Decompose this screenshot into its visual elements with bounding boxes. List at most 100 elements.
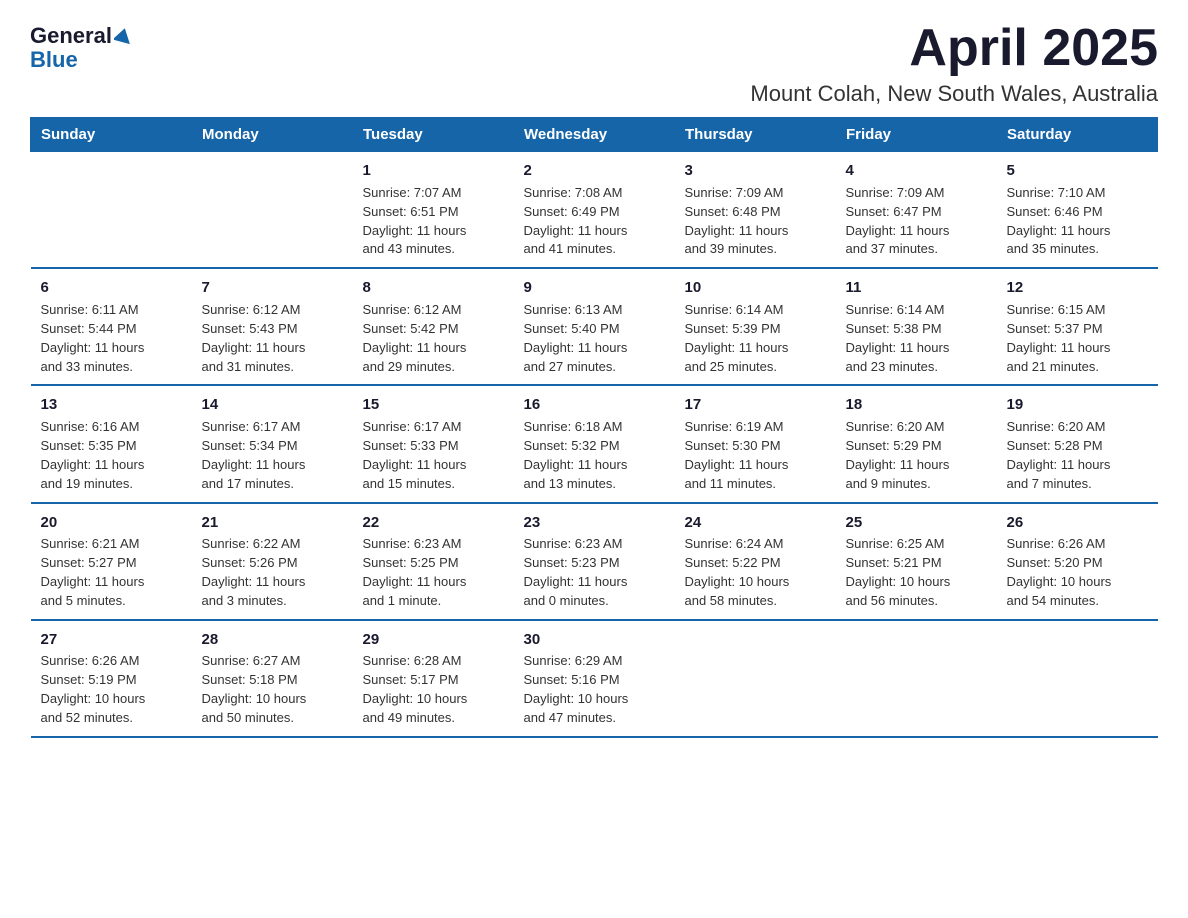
calendar-cell: 25Sunrise: 6:25 AMSunset: 5:21 PMDayligh… <box>836 503 997 620</box>
header-day-wednesday: Wednesday <box>514 118 675 152</box>
day-number: 27 <box>41 629 182 651</box>
location-title: Mount Colah, New South Wales, Australia <box>750 81 1158 107</box>
day-number: 18 <box>846 394 987 416</box>
day-info: Sunrise: 6:26 AMSunset: 5:20 PMDaylight:… <box>1007 535 1148 610</box>
day-number: 25 <box>846 512 987 534</box>
week-row-1: 1Sunrise: 7:07 AMSunset: 6:51 PMDaylight… <box>31 152 1158 269</box>
day-number: 26 <box>1007 512 1148 534</box>
header-day-monday: Monday <box>192 118 353 152</box>
calendar-cell <box>675 620 836 737</box>
day-number: 11 <box>846 277 987 299</box>
calendar-cell: 7Sunrise: 6:12 AMSunset: 5:43 PMDaylight… <box>192 268 353 385</box>
day-info: Sunrise: 6:17 AMSunset: 5:34 PMDaylight:… <box>202 418 343 493</box>
calendar-cell: 16Sunrise: 6:18 AMSunset: 5:32 PMDayligh… <box>514 385 675 502</box>
month-title: April 2025 <box>750 20 1158 77</box>
calendar-cell: 14Sunrise: 6:17 AMSunset: 5:34 PMDayligh… <box>192 385 353 502</box>
calendar-cell: 1Sunrise: 7:07 AMSunset: 6:51 PMDaylight… <box>353 152 514 269</box>
calendar-cell: 19Sunrise: 6:20 AMSunset: 5:28 PMDayligh… <box>997 385 1158 502</box>
day-info: Sunrise: 7:10 AMSunset: 6:46 PMDaylight:… <box>1007 184 1148 259</box>
header-day-sunday: Sunday <box>31 118 192 152</box>
calendar-body: 1Sunrise: 7:07 AMSunset: 6:51 PMDaylight… <box>31 152 1158 737</box>
calendar-cell: 2Sunrise: 7:08 AMSunset: 6:49 PMDaylight… <box>514 152 675 269</box>
calendar-cell: 18Sunrise: 6:20 AMSunset: 5:29 PMDayligh… <box>836 385 997 502</box>
day-number: 30 <box>524 629 665 651</box>
day-info: Sunrise: 6:21 AMSunset: 5:27 PMDaylight:… <box>41 535 182 610</box>
calendar-cell: 24Sunrise: 6:24 AMSunset: 5:22 PMDayligh… <box>675 503 836 620</box>
day-number: 20 <box>41 512 182 534</box>
day-info: Sunrise: 6:28 AMSunset: 5:17 PMDaylight:… <box>363 652 504 727</box>
calendar-cell <box>31 152 192 269</box>
day-info: Sunrise: 6:29 AMSunset: 5:16 PMDaylight:… <box>524 652 665 727</box>
week-row-2: 6Sunrise: 6:11 AMSunset: 5:44 PMDaylight… <box>31 268 1158 385</box>
calendar-cell: 15Sunrise: 6:17 AMSunset: 5:33 PMDayligh… <box>353 385 514 502</box>
day-number: 17 <box>685 394 826 416</box>
day-info: Sunrise: 6:22 AMSunset: 5:26 PMDaylight:… <box>202 535 343 610</box>
calendar-cell: 21Sunrise: 6:22 AMSunset: 5:26 PMDayligh… <box>192 503 353 620</box>
calendar-header: SundayMondayTuesdayWednesdayThursdayFrid… <box>31 118 1158 152</box>
week-row-5: 27Sunrise: 6:26 AMSunset: 5:19 PMDayligh… <box>31 620 1158 737</box>
day-info: Sunrise: 7:09 AMSunset: 6:47 PMDaylight:… <box>846 184 987 259</box>
header-day-thursday: Thursday <box>675 118 836 152</box>
calendar-cell: 27Sunrise: 6:26 AMSunset: 5:19 PMDayligh… <box>31 620 192 737</box>
day-number: 3 <box>685 160 826 182</box>
day-info: Sunrise: 6:23 AMSunset: 5:25 PMDaylight:… <box>363 535 504 610</box>
day-number: 4 <box>846 160 987 182</box>
calendar-cell: 10Sunrise: 6:14 AMSunset: 5:39 PMDayligh… <box>675 268 836 385</box>
week-row-3: 13Sunrise: 6:16 AMSunset: 5:35 PMDayligh… <box>31 385 1158 502</box>
day-number: 19 <box>1007 394 1148 416</box>
calendar-cell: 17Sunrise: 6:19 AMSunset: 5:30 PMDayligh… <box>675 385 836 502</box>
day-info: Sunrise: 6:26 AMSunset: 5:19 PMDaylight:… <box>41 652 182 727</box>
day-info: Sunrise: 6:16 AMSunset: 5:35 PMDaylight:… <box>41 418 182 493</box>
day-info: Sunrise: 6:20 AMSunset: 5:29 PMDaylight:… <box>846 418 987 493</box>
day-info: Sunrise: 6:15 AMSunset: 5:37 PMDaylight:… <box>1007 301 1148 376</box>
day-info: Sunrise: 6:12 AMSunset: 5:42 PMDaylight:… <box>363 301 504 376</box>
day-number: 6 <box>41 277 182 299</box>
logo-general-text: General <box>30 24 112 48</box>
calendar-cell <box>192 152 353 269</box>
day-info: Sunrise: 6:12 AMSunset: 5:43 PMDaylight:… <box>202 301 343 376</box>
day-number: 10 <box>685 277 826 299</box>
calendar-table: SundayMondayTuesdayWednesdayThursdayFrid… <box>30 117 1158 738</box>
header: General Blue April 2025 Mount Colah, New… <box>30 20 1158 107</box>
calendar-cell: 3Sunrise: 7:09 AMSunset: 6:48 PMDaylight… <box>675 152 836 269</box>
calendar-cell: 28Sunrise: 6:27 AMSunset: 5:18 PMDayligh… <box>192 620 353 737</box>
logo-blue-text: Blue <box>30 48 78 72</box>
day-info: Sunrise: 6:19 AMSunset: 5:30 PMDaylight:… <box>685 418 826 493</box>
calendar-cell: 8Sunrise: 6:12 AMSunset: 5:42 PMDaylight… <box>353 268 514 385</box>
day-number: 12 <box>1007 277 1148 299</box>
calendar-cell: 22Sunrise: 6:23 AMSunset: 5:25 PMDayligh… <box>353 503 514 620</box>
day-number: 8 <box>363 277 504 299</box>
day-number: 14 <box>202 394 343 416</box>
day-info: Sunrise: 7:09 AMSunset: 6:48 PMDaylight:… <box>685 184 826 259</box>
day-number: 1 <box>363 160 504 182</box>
day-number: 2 <box>524 160 665 182</box>
day-number: 28 <box>202 629 343 651</box>
calendar-cell: 23Sunrise: 6:23 AMSunset: 5:23 PMDayligh… <box>514 503 675 620</box>
calendar-cell: 11Sunrise: 6:14 AMSunset: 5:38 PMDayligh… <box>836 268 997 385</box>
day-number: 5 <box>1007 160 1148 182</box>
calendar-cell: 29Sunrise: 6:28 AMSunset: 5:17 PMDayligh… <box>353 620 514 737</box>
day-info: Sunrise: 7:07 AMSunset: 6:51 PMDaylight:… <box>363 184 504 259</box>
day-number: 9 <box>524 277 665 299</box>
day-number: 7 <box>202 277 343 299</box>
calendar-cell <box>997 620 1158 737</box>
header-row: SundayMondayTuesdayWednesdayThursdayFrid… <box>31 118 1158 152</box>
day-info: Sunrise: 6:14 AMSunset: 5:39 PMDaylight:… <box>685 301 826 376</box>
day-number: 23 <box>524 512 665 534</box>
header-day-tuesday: Tuesday <box>353 118 514 152</box>
calendar-cell: 12Sunrise: 6:15 AMSunset: 5:37 PMDayligh… <box>997 268 1158 385</box>
day-info: Sunrise: 6:20 AMSunset: 5:28 PMDaylight:… <box>1007 418 1148 493</box>
day-info: Sunrise: 7:08 AMSunset: 6:49 PMDaylight:… <box>524 184 665 259</box>
day-info: Sunrise: 6:25 AMSunset: 5:21 PMDaylight:… <box>846 535 987 610</box>
week-row-4: 20Sunrise: 6:21 AMSunset: 5:27 PMDayligh… <box>31 503 1158 620</box>
day-info: Sunrise: 6:14 AMSunset: 5:38 PMDaylight:… <box>846 301 987 376</box>
day-number: 16 <box>524 394 665 416</box>
header-day-saturday: Saturday <box>997 118 1158 152</box>
day-info: Sunrise: 6:11 AMSunset: 5:44 PMDaylight:… <box>41 301 182 376</box>
day-info: Sunrise: 6:27 AMSunset: 5:18 PMDaylight:… <box>202 652 343 727</box>
header-day-friday: Friday <box>836 118 997 152</box>
calendar-cell: 5Sunrise: 7:10 AMSunset: 6:46 PMDaylight… <box>997 152 1158 269</box>
calendar-cell: 9Sunrise: 6:13 AMSunset: 5:40 PMDaylight… <box>514 268 675 385</box>
calendar-cell: 4Sunrise: 7:09 AMSunset: 6:47 PMDaylight… <box>836 152 997 269</box>
day-number: 15 <box>363 394 504 416</box>
